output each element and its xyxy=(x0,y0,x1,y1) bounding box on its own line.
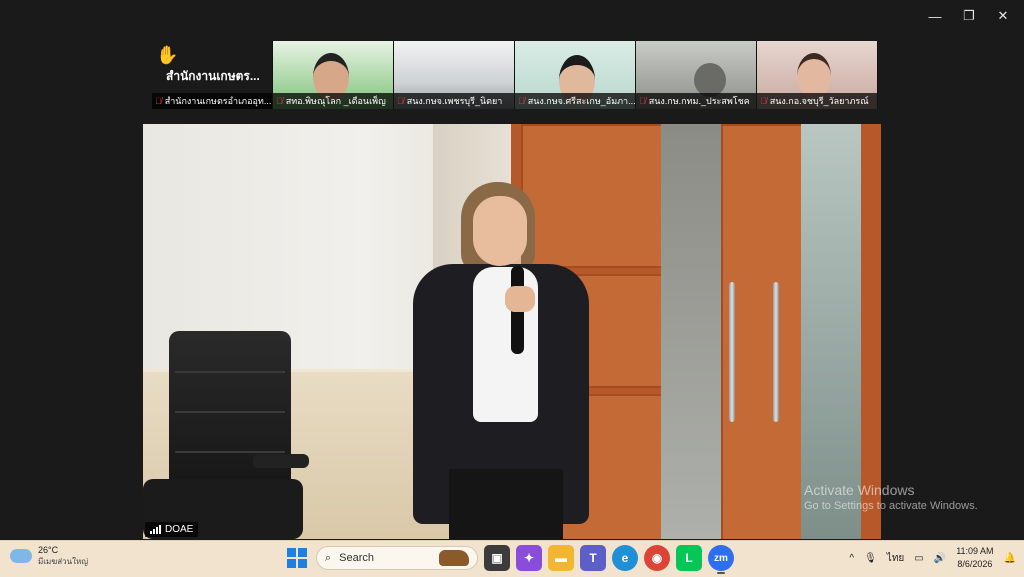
volume-icon[interactable]: 🔊 xyxy=(934,553,946,564)
mic-muted-icon: 🎙̸ xyxy=(155,96,162,106)
teams-icon[interactable]: T xyxy=(580,545,606,571)
participant-name-bar: 🎙̸ สนง.กษจ.ศรีสะเกษ_อัมภา... xyxy=(515,93,635,109)
participant-name-bar: 🎙̸ สทอ.พิษณุโลก _เดือนเพ็ญ xyxy=(273,93,393,109)
language-indicator[interactable]: ไทย xyxy=(887,551,904,566)
search-highlight-icon xyxy=(439,550,469,566)
app-glyph: e xyxy=(621,551,629,565)
main-speaker-video[interactable]: DOAE xyxy=(143,124,881,539)
edge-icon[interactable]: e xyxy=(612,545,638,571)
close-button[interactable]: ✕ xyxy=(986,4,1020,28)
door-handle xyxy=(729,282,735,422)
door-handle xyxy=(773,282,779,422)
clock-time: 11:09 AM xyxy=(956,546,994,556)
file-explorer-icon[interactable]: ▬ xyxy=(548,545,574,571)
app-glyph: zm xyxy=(714,552,728,564)
participant-tile[interactable]: 🎙̸ สนง.กษจ.เพชรบุรี_นิตยา xyxy=(394,41,515,109)
participant-name-bar: 🎙̸ สำนักงานเกษตรอำเภออุท... xyxy=(152,93,272,109)
taskbar-apps: ⌕ Search ▣ ✦ ▬ T e ◉ L zm xyxy=(284,545,734,574)
chair-arm xyxy=(253,454,309,468)
partly-cloudy-icon xyxy=(10,543,32,563)
participant-name: สนง.กษจ.เพชรบุรี_นิตยา xyxy=(406,96,503,106)
minimize-button[interactable]: — xyxy=(918,4,952,28)
copilot-icon[interactable]: ✦ xyxy=(516,545,542,571)
chevron-up-icon[interactable]: ^ xyxy=(849,553,854,564)
participant-name: สนง.กอ.จชบุรี_วัลยาภรณ์ xyxy=(769,96,869,106)
participant-name-bar: 🎙̸ สนง.กอ.จชบุรี_วัลยาภรณ์ xyxy=(757,93,877,109)
chair-stitch xyxy=(175,371,285,373)
task-view-icon[interactable]: ▣ xyxy=(484,545,510,571)
speaker-hand xyxy=(505,286,535,312)
mic-muted-icon: 🎙̸ xyxy=(276,96,283,106)
line-icon[interactable]: L xyxy=(676,545,702,571)
participant-tile[interactable]: ✋ สำนักงานเกษตร... 🎙̸ สำนักงานเกษตรอำเภอ… xyxy=(152,41,273,109)
participant-name: สนง.กษจ.ศรีสะเกษ_อัมภา... xyxy=(527,96,635,106)
participant-tile[interactable]: 🎙̸ สนง.กษ.กทม._ประสพโชค xyxy=(636,41,757,109)
participant-name-bar: 🎙̸ สนง.กษจ.เพชรบุรี_นิตยา xyxy=(394,93,514,109)
video-name-label: DOAE xyxy=(145,522,199,537)
window-controls: — ❐ ✕ xyxy=(918,4,1020,28)
chair-stitch xyxy=(175,451,285,453)
signal-strength-icon xyxy=(150,525,161,534)
participant-display-name: สำนักงานเกษตร... xyxy=(166,69,260,83)
microphone-tray-icon[interactable]: 🎙 xyxy=(864,553,877,564)
chair-stitch xyxy=(175,411,285,413)
door-panel xyxy=(521,124,665,268)
mic-muted-icon: 🎙̸ xyxy=(397,96,404,106)
glass-panel xyxy=(801,124,861,539)
participant-name-bar: 🎙̸ สนง.กษ.กทม._ประสพโชค xyxy=(636,93,756,109)
start-button[interactable] xyxy=(284,545,310,571)
speaker-trousers xyxy=(449,469,563,539)
participant-strip: ✋ สำนักงานเกษตร... 🎙̸ สำนักงานเกษตรอำเภอ… xyxy=(152,41,878,109)
participant-tile[interactable]: 🎙̸ สนง.กอ.จชบุรี_วัลยาภรณ์ xyxy=(757,41,878,109)
clock-date: 8/6/2026 xyxy=(957,559,993,569)
chrome-icon[interactable]: ◉ xyxy=(644,545,670,571)
app-glyph: ◉ xyxy=(651,551,663,565)
watermark-title: Activate Windows xyxy=(804,482,915,498)
mic-muted-icon: 🎙̸ xyxy=(760,96,767,106)
participant-face xyxy=(694,63,726,97)
zoom-icon[interactable]: zm xyxy=(708,545,734,574)
participant-name: สนง.กษ.กทม._ประสพโชค xyxy=(648,96,750,106)
zoom-meeting-window: — ❐ ✕ ✋ สำนักงานเกษตร... 🎙̸ สำนักงานเกษต… xyxy=(0,0,1024,540)
raised-hand-icon: ✋ xyxy=(156,45,179,65)
system-tray: ^ 🎙 ไทย ▭ 🔊 11:09 AM 8/6/2026 🔔 xyxy=(849,545,1016,571)
weather-temp: 26°C xyxy=(38,545,59,555)
monitor-icon[interactable]: ▭ xyxy=(914,553,923,564)
app-glyph: ✦ xyxy=(523,551,535,565)
participant-name: สทอ.พิษณุโลก _เดือนเพ็ญ xyxy=(285,96,386,106)
notification-bell-icon[interactable]: 🔔 xyxy=(1004,553,1016,564)
activation-watermark: Activate Windows Go to Settings to activ… xyxy=(804,482,978,512)
mic-muted-icon: 🎙̸ xyxy=(518,96,525,106)
search-placeholder: Search xyxy=(339,552,375,564)
watermark-subtitle: Go to Settings to activate Windows. xyxy=(804,500,978,512)
weather-widget[interactable]: 26°C มีเมฆส่วนใหญ่ xyxy=(10,543,89,567)
participant-tile[interactable]: 🎙̸ สนง.กษจ.ศรีสะเกษ_อัมภา... xyxy=(515,41,636,109)
speaker-name: DOAE xyxy=(165,524,194,535)
mic-muted-icon: 🎙̸ xyxy=(639,96,646,106)
clock[interactable]: 11:09 AM 8/6/2026 xyxy=(956,545,993,571)
app-glyph: ▣ xyxy=(491,551,503,565)
search-box[interactable]: ⌕ Search xyxy=(316,546,478,570)
participant-tile[interactable]: 🎙̸ สทอ.พิษณุโลก _เดือนเพ็ญ xyxy=(273,41,394,109)
app-glyph: T xyxy=(589,551,597,565)
participant-name: สำนักงานเกษตรอำเภออุท... xyxy=(164,96,272,106)
glass-panel xyxy=(661,124,721,539)
speaker-face xyxy=(473,196,527,266)
search-icon: ⌕ xyxy=(325,551,332,564)
app-glyph: ▬ xyxy=(555,551,567,565)
restore-button[interactable]: ❐ xyxy=(952,4,986,28)
taskbar: 26°C มีเมฆส่วนใหญ่ ⌕ Search ▣ ✦ ▬ T e ◉ … xyxy=(0,540,1024,577)
app-glyph: L xyxy=(685,551,693,565)
weather-condition: มีเมฆส่วนใหญ่ xyxy=(38,557,89,566)
